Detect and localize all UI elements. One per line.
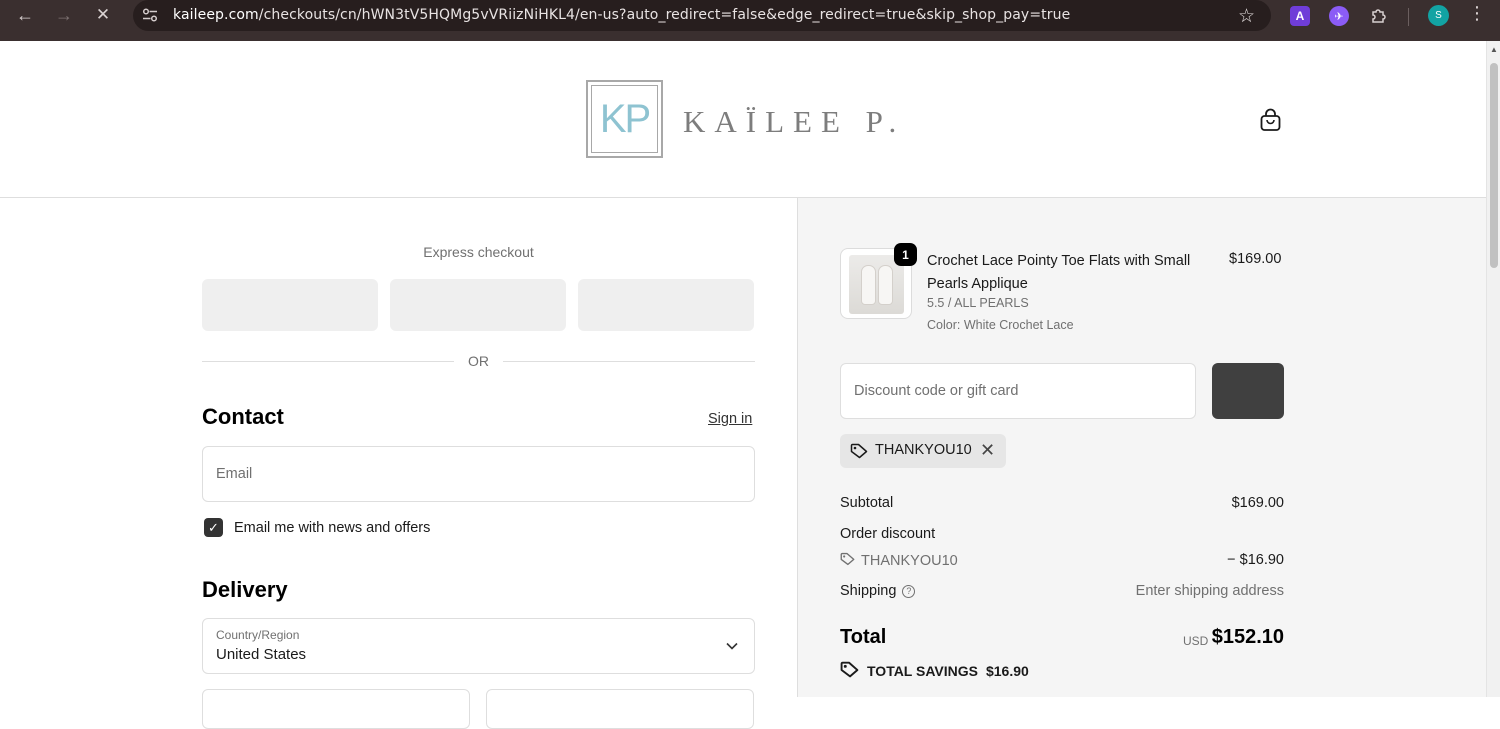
toolbar-divider — [1408, 8, 1409, 26]
tag-icon — [850, 443, 868, 464]
savings-label: TOTAL SAVINGS — [867, 663, 978, 679]
bookmark-star-icon[interactable]: ☆ — [1238, 5, 1255, 28]
stop-loading-button[interactable]: ✕ — [84, 0, 122, 30]
last-name-field[interactable] — [486, 689, 754, 729]
apply-discount-button[interactable] — [1212, 363, 1284, 419]
product-price: $169.00 — [1229, 251, 1282, 267]
express-pay-button-2[interactable] — [390, 279, 566, 331]
extension-a-icon[interactable]: A — [1290, 6, 1310, 26]
shoe-right — [878, 265, 893, 305]
express-checkout-label: Express checkout — [423, 244, 534, 260]
logo-wordmark[interactable]: KAÏLEE P. — [683, 104, 905, 140]
subtotal-label: Subtotal — [840, 495, 894, 511]
country-value: United States — [216, 646, 307, 663]
applied-discount-chip: THANKYOU10 ✕ — [840, 434, 1006, 468]
scroll-thumb[interactable] — [1490, 63, 1498, 268]
delivery-heading: Delivery — [202, 577, 288, 602]
savings-tag-icon — [840, 661, 859, 681]
order-discount-code-row: THANKYOU10 — [840, 552, 958, 570]
country-select[interactable]: Country/Region United States — [202, 618, 755, 674]
site-header: KP KAÏLEE P. — [0, 41, 1486, 198]
total-value: $152.10 — [1211, 626, 1284, 648]
address-bar[interactable]: kaileep.com/checkouts/cn/hWN3tV5HQMg5vVR… — [133, 0, 1271, 31]
tag-icon — [840, 552, 855, 570]
email-placeholder: Email — [216, 466, 253, 482]
order-discount-code: THANKYOU10 — [861, 553, 958, 569]
scroll-up-arrow-icon[interactable]: ▲ — [1490, 45, 1498, 54]
savings-value: $16.90 — [985, 663, 1029, 679]
or-divider-right — [503, 361, 755, 362]
express-pay-button-1[interactable] — [202, 279, 378, 331]
product-color: Color: White Crochet Lace — [927, 318, 1074, 332]
shipping-row: Shipping? — [840, 583, 916, 599]
shipping-value: Enter shipping address — [1135, 583, 1284, 599]
chevron-down-icon — [726, 638, 738, 653]
shoe-left — [861, 265, 876, 305]
contact-heading: Contact — [202, 404, 284, 429]
country-label: Country/Region — [216, 628, 300, 642]
order-discount-value: − $16.90 — [1227, 552, 1284, 568]
extensions-puzzle-icon[interactable] — [1369, 6, 1389, 26]
browser-toolbar: ← → ✕ kaileep.com/checkouts/cn/hWN3tV5HQ… — [0, 0, 1500, 41]
profile-avatar[interactable]: S — [1428, 5, 1449, 26]
cart-bag-icon[interactable] — [1259, 108, 1282, 132]
discount-code-input[interactable]: Discount code or gift card — [840, 363, 1196, 419]
url-host: kaileep.com — [173, 7, 259, 23]
first-name-field[interactable] — [202, 689, 470, 729]
email-field[interactable]: Email — [202, 446, 755, 502]
shipping-label: Shipping — [840, 583, 897, 599]
back-button[interactable]: ← — [6, 0, 44, 30]
or-divider-left — [202, 361, 454, 362]
express-pay-button-3[interactable] — [578, 279, 754, 331]
site-settings-icon[interactable] — [133, 8, 167, 22]
extension-b-icon[interactable]: ✈ — [1329, 6, 1349, 26]
url-text: kaileep.com/checkouts/cn/hWN3tV5HQMg5vVR… — [173, 7, 1070, 23]
total-savings-row: TOTAL SAVINGS $16.90 — [840, 661, 1029, 681]
help-circle-icon[interactable]: ? — [902, 585, 916, 598]
forward-button[interactable]: → — [45, 0, 83, 30]
quantity-badge: 1 — [894, 243, 917, 266]
discount-placeholder: Discount code or gift card — [854, 383, 1019, 399]
total-label: Total — [840, 626, 887, 648]
logo-monogram-text: KP — [591, 85, 658, 153]
applied-code: THANKYOU10 — [875, 442, 972, 458]
remove-discount-icon[interactable]: ✕ — [980, 440, 995, 461]
browser-menu-icon[interactable]: ⋮ — [1468, 3, 1486, 24]
page-scrollbar[interactable]: ▲ — [1486, 41, 1500, 697]
url-path: /checkouts/cn/hWN3tV5HQMg5vVRiizNiHKL4/e… — [258, 7, 1071, 23]
subtotal-value: $169.00 — [1231, 495, 1284, 511]
product-name: Crochet Lace Pointy Toe Flats with Small… — [927, 253, 1191, 292]
newsletter-label[interactable]: Email me with news and offers — [234, 520, 430, 536]
order-discount-label: Order discount — [840, 526, 936, 542]
logo-monogram[interactable]: KP — [586, 80, 663, 158]
total-currency: USD — [1183, 634, 1209, 648]
product-variant: 5.5 / ALL PEARLS — [927, 296, 1029, 310]
or-divider-label: OR — [468, 353, 489, 369]
newsletter-checkbox[interactable]: ✓ — [204, 518, 223, 537]
sign-in-link[interactable]: Sign in — [708, 411, 752, 427]
